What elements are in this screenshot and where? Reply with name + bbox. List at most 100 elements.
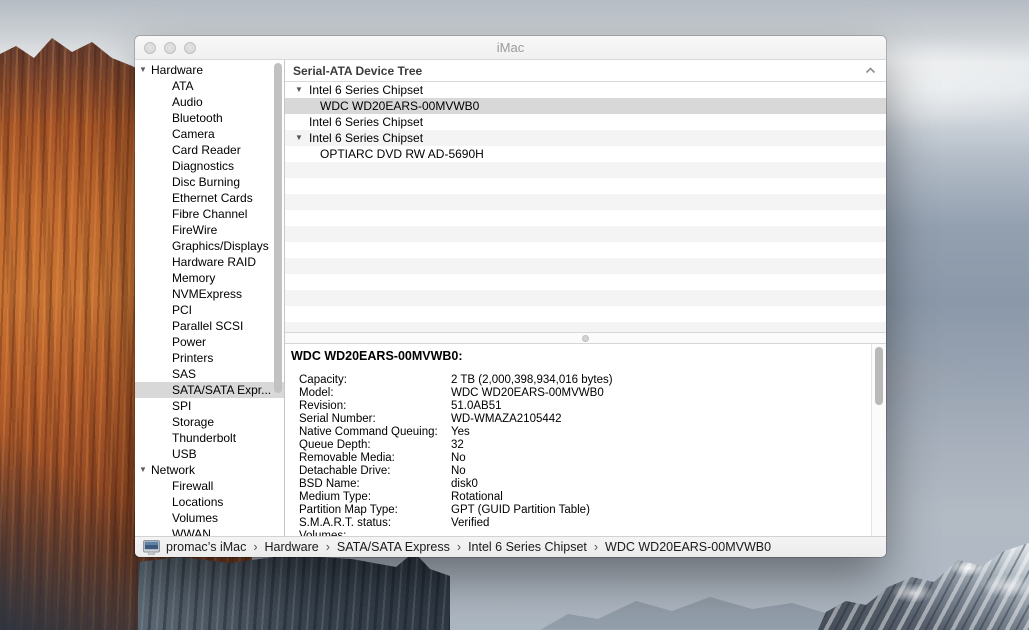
sidebar-item-label: PCI [172, 303, 192, 317]
sidebar-item-camera[interactable]: Camera [135, 126, 284, 142]
splitter-handle-icon[interactable] [582, 335, 589, 342]
sidebar-item-label: Power [172, 335, 206, 349]
sidebar-item-label: ATA [172, 79, 194, 93]
sidebar-item-firewall[interactable]: Firewall [135, 478, 284, 494]
detail-value: 32 [451, 439, 866, 452]
detail-value: 2 TB (2,000,398,934,016 bytes) [451, 374, 866, 387]
tree-row-wdc-wd20ears-00mvwb0[interactable]: WDC WD20EARS-00MVWB0 [285, 98, 886, 114]
detail-label: S.M.A.R.T. status: [299, 517, 451, 530]
sidebar-item-label: SAS [172, 367, 196, 381]
sidebar-item-disc-burning[interactable]: Disc Burning [135, 174, 284, 190]
sidebar-item-thunderbolt[interactable]: Thunderbolt [135, 430, 284, 446]
tree-row-empty [285, 162, 886, 178]
traffic-lights [144, 42, 196, 54]
sidebar-item-locations[interactable]: Locations [135, 494, 284, 510]
detail-row-serial-number: Serial Number:WD-WMAZA2105442 [299, 413, 866, 426]
pane-splitter[interactable] [285, 332, 886, 344]
tree-row-empty [285, 178, 886, 194]
detail-row-model: Model:WDC WD20EARS-00MVWB0 [299, 387, 866, 400]
breadcrumb-item-hardware[interactable]: Hardware [265, 540, 319, 554]
sidebar-group-label: Hardware [151, 63, 203, 77]
minimize-button[interactable] [164, 42, 176, 54]
sidebar-item-volumes[interactable]: Volumes [135, 510, 284, 526]
sidebar-item-storage[interactable]: Storage [135, 414, 284, 430]
tree-row-optiarc-dvd-rw-ad-5690h[interactable]: OPTIARC DVD RW AD-5690H [285, 146, 886, 162]
sidebar-item-card-reader[interactable]: Card Reader [135, 142, 284, 158]
sidebar-item-label: Volumes [172, 511, 218, 525]
detail-label: Capacity: [299, 374, 451, 387]
sidebar-item-label: NVMExpress [172, 287, 242, 301]
sidebar-group-network[interactable]: ▼Network [135, 462, 284, 478]
sidebar-item-usb[interactable]: USB [135, 446, 284, 462]
sidebar-item-hardware-raid[interactable]: Hardware RAID [135, 254, 284, 270]
sidebar-item-sas[interactable]: SAS [135, 366, 284, 382]
zoom-button[interactable] [184, 42, 196, 54]
detail-scrollbar[interactable] [871, 344, 886, 536]
tree-row-empty [285, 274, 886, 290]
detail-row-native-command-queuing: Native Command Queuing:Yes [299, 426, 866, 439]
sidebar-scrollbar-thumb[interactable] [274, 63, 282, 393]
sidebar-item-nvmexpress[interactable]: NVMExpress [135, 286, 284, 302]
detail-row-medium-type: Medium Type:Rotational [299, 491, 866, 504]
breadcrumb-separator: › [253, 540, 257, 554]
imac-computer-icon [143, 540, 160, 555]
detail-value: Yes [451, 426, 866, 439]
detail-label: Medium Type: [299, 491, 451, 504]
breadcrumb-item-wdc-wd20ears-00mvwb0[interactable]: WDC WD20EARS-00MVWB0 [605, 540, 771, 554]
tree-row-intel-6-series-chipset[interactable]: ▼Intel 6 Series Chipset [285, 82, 886, 98]
sidebar-item-parallel-scsi[interactable]: Parallel SCSI [135, 318, 284, 334]
sidebar-item-bluetooth[interactable]: Bluetooth [135, 110, 284, 126]
sidebar-item-wwan[interactable]: WWAN [135, 526, 284, 536]
window-title: iMac [497, 40, 524, 55]
tree-row-empty [285, 226, 886, 242]
detail-row-s-m-a-r-t-status: S.M.A.R.T. status:Verified [299, 517, 866, 530]
tree-header[interactable]: Serial-ATA Device Tree [285, 60, 886, 82]
sidebar-item-pci[interactable]: PCI [135, 302, 284, 318]
detail-row-volumes: Volumes: [299, 530, 866, 536]
detail-value: 51.0AB51 [451, 400, 866, 413]
tree-row-intel-6-series-chipset[interactable]: ▼Intel 6 Series Chipset [285, 130, 886, 146]
sidebar-item-audio[interactable]: Audio [135, 94, 284, 110]
sidebar-item-ethernet-cards[interactable]: Ethernet Cards [135, 190, 284, 206]
detail-scrollbar-thumb[interactable] [875, 347, 883, 405]
tree-row-intel-6-series-chipset[interactable]: Intel 6 Series Chipset [285, 114, 886, 130]
sidebar-item-printers[interactable]: Printers [135, 350, 284, 366]
sidebar-item-label: Printers [172, 351, 213, 365]
disclosure-triangle-icon[interactable]: ▼ [295, 130, 303, 146]
disclosure-triangle-icon[interactable]: ▼ [139, 462, 147, 478]
system-information-window: iMac ▼ Hardware ATAAudioBluetoothCameraCar… [135, 36, 886, 557]
detail-value: GPT (GUID Partition Table) [451, 504, 866, 517]
window-content: ▼ Hardware ATAAudioBluetoothCameraCard Rea… [135, 60, 886, 536]
detail-label: Partition Map Type: [299, 504, 451, 517]
sidebar-item-diagnostics[interactable]: Diagnostics [135, 158, 284, 174]
detail-row-capacity: Capacity:2 TB (2,000,398,934,016 bytes) [299, 374, 866, 387]
sidebar-group-hardware[interactable]: ▼ Hardware [135, 62, 284, 78]
breadcrumb-bar: promac’s iMac › Hardware › SATA/SATA Express… [135, 536, 886, 557]
detail-value: WDC WD20EARS-00MVWB0 [451, 387, 866, 400]
breadcrumb-separator: › [457, 540, 461, 554]
sidebar-item-sata-sata-expr[interactable]: SATA/SATA Expr... [135, 382, 284, 398]
sidebar-item-power[interactable]: Power [135, 334, 284, 350]
sidebar-list: ▼ Hardware ATAAudioBluetoothCameraCard Rea… [135, 62, 284, 536]
close-button[interactable] [144, 42, 156, 54]
sidebar: ▼ Hardware ATAAudioBluetoothCameraCard Rea… [135, 60, 285, 536]
sidebar-item-label: Camera [172, 127, 215, 141]
titlebar[interactable]: iMac [135, 36, 886, 60]
sidebar-item-memory[interactable]: Memory [135, 270, 284, 286]
tree-row-empty [285, 194, 886, 210]
breadcrumb-item-sata-sata-express[interactable]: SATA/SATA Express [337, 540, 450, 554]
sidebar-item-fibre-channel[interactable]: Fibre Channel [135, 206, 284, 222]
disclosure-triangle-icon[interactable]: ▼ [139, 62, 147, 78]
detail-row-bsd-name: BSD Name:disk0 [299, 478, 866, 491]
sidebar-item-firewire[interactable]: FireWire [135, 222, 284, 238]
sidebar-item-spi[interactable]: SPI [135, 398, 284, 414]
detail-value: Rotational [451, 491, 866, 504]
breadcrumb-item-intel-6-series-chipset[interactable]: Intel 6 Series Chipset [468, 540, 587, 554]
sidebar-item-ata[interactable]: ATA [135, 78, 284, 94]
sidebar-item-label: USB [172, 447, 197, 461]
detail-row-partition-map-type: Partition Map Type:GPT (GUID Partition T… [299, 504, 866, 517]
sidebar-item-label: Ethernet Cards [172, 191, 253, 205]
sidebar-item-graphics-displays[interactable]: Graphics/Displays [135, 238, 284, 254]
disclosure-triangle-icon[interactable]: ▼ [295, 82, 303, 98]
breadcrumb-item-promac-s-imac[interactable]: promac’s iMac [166, 540, 246, 554]
